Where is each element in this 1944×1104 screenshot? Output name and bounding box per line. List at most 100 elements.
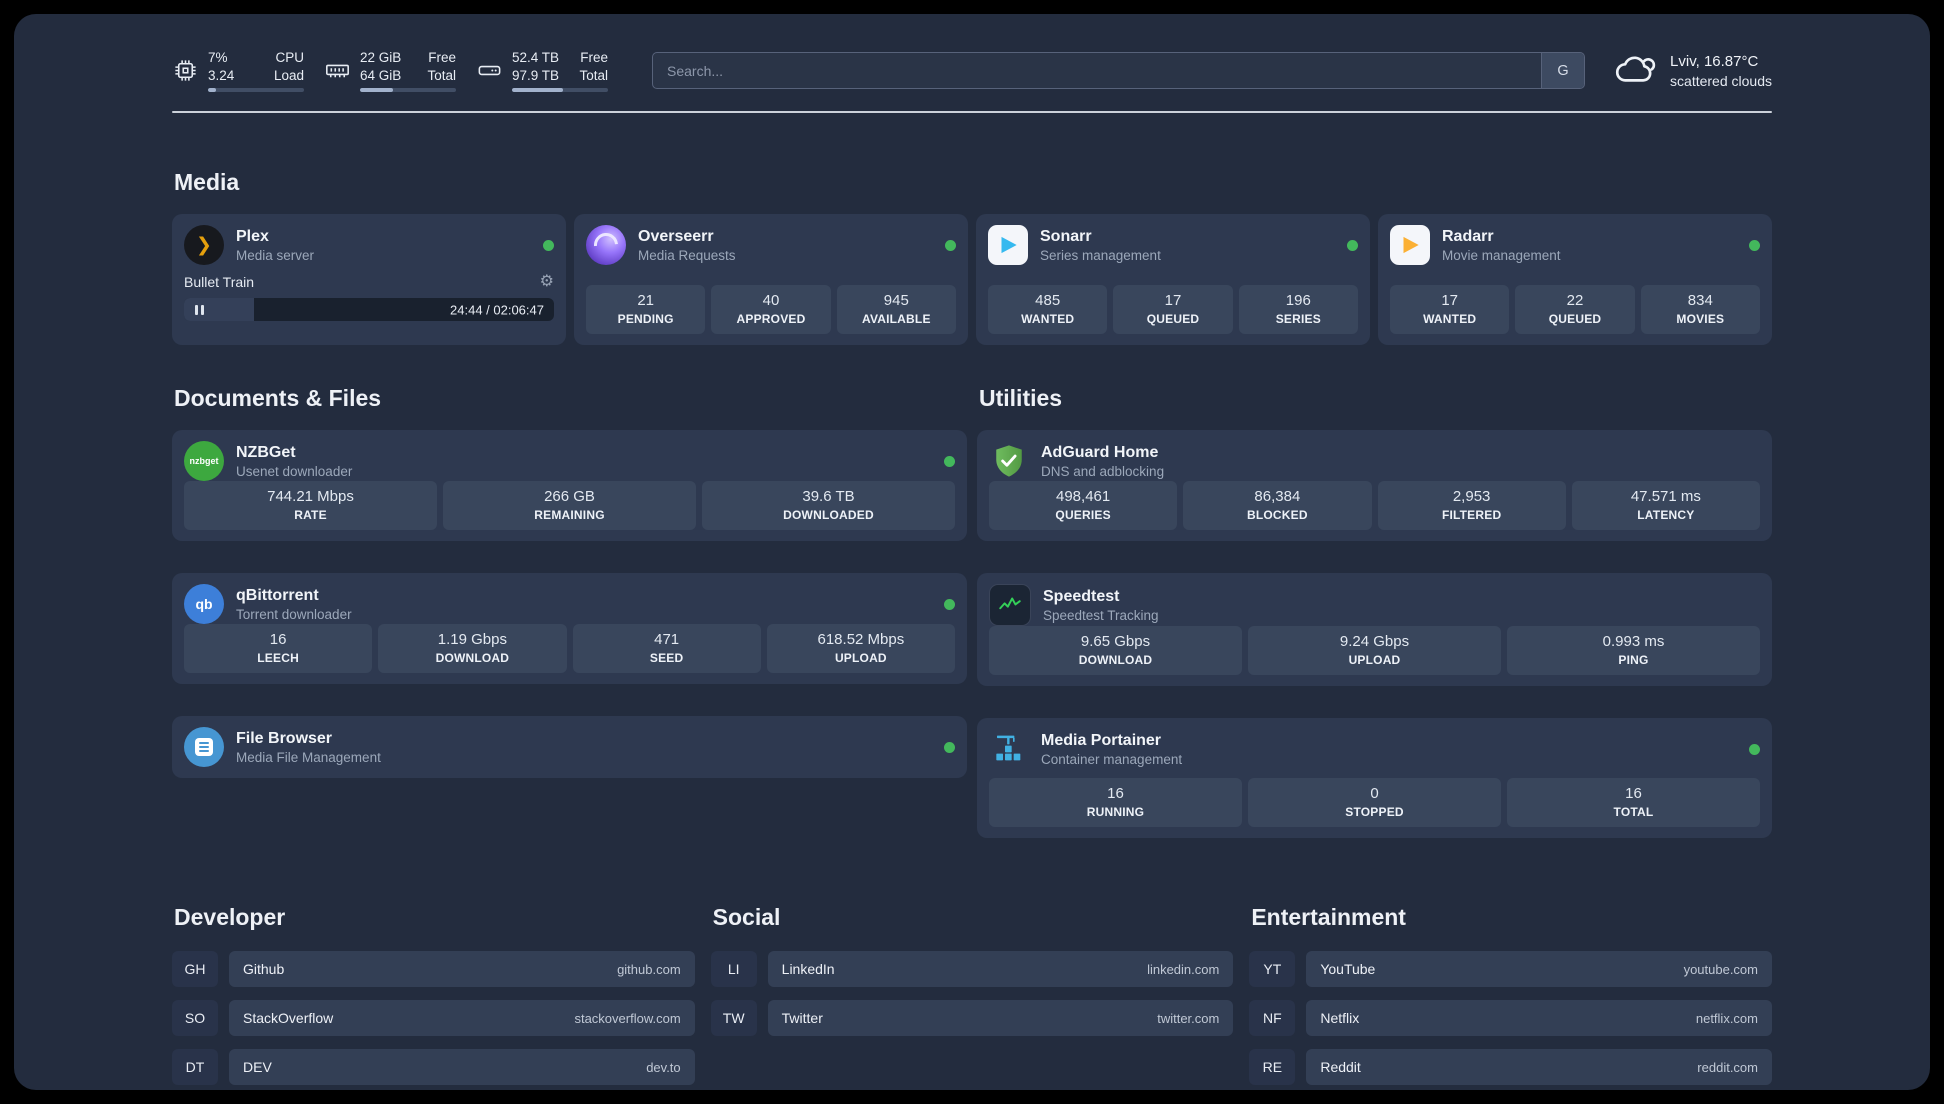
app-subtitle: Series management xyxy=(1040,247,1161,263)
status-dot xyxy=(543,239,554,251)
disk-label-bottom: Total xyxy=(579,67,608,83)
status-dot xyxy=(1749,239,1760,251)
stat-leech: 16 LEECH xyxy=(184,624,373,673)
search-engine-button[interactable]: G xyxy=(1541,53,1585,88)
stat-remaining: 266 GB REMAINING xyxy=(443,481,696,530)
bookmark-link[interactable]: StackOverflow stackoverflow.com xyxy=(229,1000,695,1036)
status-dot xyxy=(944,741,955,753)
qbittorrent-icon: qb xyxy=(184,584,224,624)
bookmark-name: DEV xyxy=(243,1059,272,1075)
cpu-load: 3.24 xyxy=(208,67,235,83)
bookmark-url: dev.to xyxy=(646,1059,681,1075)
plex-icon xyxy=(184,225,224,265)
app-subtitle: Movie management xyxy=(1442,247,1561,263)
app-card-overseerr[interactable]: Overseerr Media Requests 21 PENDING 40 A… xyxy=(574,214,968,345)
cloud-icon xyxy=(1613,48,1659,93)
playback-time: 24:44 / 02:06:47 xyxy=(450,302,544,317)
bookmark-abbr: NF xyxy=(1249,1000,1296,1036)
app-card-filebrowser[interactable]: File Browser Media File Management xyxy=(172,716,967,778)
status-dot xyxy=(945,239,956,251)
stat-stopped: 0 STOPPED xyxy=(1248,778,1501,827)
section-documents: Documents & Files nzbget NZBGet Usenet d… xyxy=(172,385,967,838)
app-name: Plex xyxy=(236,227,269,245)
bookmark-dev[interactable]: DT DEV dev.to xyxy=(172,1049,695,1085)
section-media: Media Plex Media server Bullet Train xyxy=(172,169,1772,345)
disk-total: 97.9 TB xyxy=(512,67,560,83)
pause-icon[interactable] xyxy=(193,304,205,315)
radarr-icon xyxy=(1390,225,1430,265)
section-title-documents: Documents & Files xyxy=(174,385,382,411)
nzbget-icon: nzbget xyxy=(184,441,224,481)
cpu-metric: 7% CPU 3.24 Load xyxy=(172,49,304,93)
app-subtitle: Media server xyxy=(236,247,315,263)
app-card-qbittorrent[interactable]: qb qBittorrent Torrent downloader 16 LEE… xyxy=(172,573,967,684)
bookmark-url: twitter.com xyxy=(1157,1010,1220,1026)
search-input[interactable] xyxy=(652,52,1586,89)
bookmark-twitter[interactable]: TW Twitter twitter.com xyxy=(710,1000,1234,1036)
bookmark-link[interactable]: Twitter twitter.com xyxy=(767,1000,1234,1036)
section-title-utilities: Utilities xyxy=(979,385,1063,411)
app-subtitle: Media Requests xyxy=(638,247,736,263)
bookmark-github[interactable]: GH Github github.com xyxy=(172,951,695,987)
bookmark-reddit[interactable]: RE Reddit reddit.com xyxy=(1249,1049,1772,1085)
bookmark-link[interactable]: Reddit reddit.com xyxy=(1306,1049,1772,1085)
playback-progress-bar[interactable]: 24:44 / 02:06:47 xyxy=(184,298,554,321)
bookmark-link[interactable]: YouTube youtube.com xyxy=(1306,951,1772,987)
bookmark-link[interactable]: Netflix netflix.com xyxy=(1306,1000,1772,1036)
stat-total: 16 TOTAL xyxy=(1507,778,1760,827)
bookmark-url: linkedin.com xyxy=(1147,961,1220,977)
app-card-nzbget[interactable]: nzbget NZBGet Usenet downloader 744.21 M… xyxy=(172,430,967,541)
app-subtitle: Speedtest Tracking xyxy=(1043,607,1159,623)
section-entertainment: Entertainment YT YouTube youtube.com NF … xyxy=(1249,904,1772,1085)
stat-seed: 471 SEED xyxy=(572,624,761,673)
now-playing-title: Bullet Train xyxy=(184,274,255,290)
bookmark-abbr: LI xyxy=(710,951,757,987)
ram-label-top: Free xyxy=(428,49,456,65)
bookmark-name: Netflix xyxy=(1320,1010,1360,1026)
bookmark-name: StackOverflow xyxy=(243,1010,334,1026)
stat-pending: 21 PENDING xyxy=(586,285,706,334)
disk-free: 52.4 TB xyxy=(512,49,560,65)
ram-label-bottom: Total xyxy=(427,67,456,83)
app-subtitle: Media File Management xyxy=(236,749,381,765)
status-dot xyxy=(1749,743,1760,755)
section-title-media: Media xyxy=(174,169,240,195)
app-card-radarr[interactable]: Radarr Movie management 17 WANTED 22 QUE… xyxy=(1378,214,1772,345)
gear-icon[interactable] xyxy=(540,274,554,290)
bookmark-name: YouTube xyxy=(1320,961,1376,977)
weather-condition: scattered clouds xyxy=(1670,72,1772,89)
app-card-sonarr[interactable]: Sonarr Series management 485 WANTED 17 Q… xyxy=(976,214,1370,345)
bookmark-url: stackoverflow.com xyxy=(574,1010,681,1026)
cpu-label-top: CPU xyxy=(275,49,304,65)
stat-wanted: 485 WANTED xyxy=(988,285,1108,334)
bookmark-abbr: YT xyxy=(1249,951,1296,987)
stat-upload: 9.24 Gbps UPLOAD xyxy=(1248,626,1501,675)
bookmark-abbr: TW xyxy=(710,1000,757,1036)
dashboard: 7% CPU 3.24 Load 22 GiB Free 64 GiB Tota… xyxy=(14,14,1930,1090)
bookmark-netflix[interactable]: NF Netflix netflix.com xyxy=(1249,1000,1772,1036)
app-name: File Browser xyxy=(236,729,333,747)
stat-approved: 40 APPROVED xyxy=(711,285,831,334)
disk-metric: 52.4 TB Free 97.9 TB Total xyxy=(476,49,608,93)
app-card-adguard[interactable]: AdGuard Home DNS and adblocking 498,461 … xyxy=(977,430,1772,541)
nzbget-icon-text: nzbget xyxy=(189,456,219,466)
bookmark-linkedin[interactable]: LI LinkedIn linkedin.com xyxy=(710,951,1234,987)
bookmark-youtube[interactable]: YT YouTube youtube.com xyxy=(1249,951,1772,987)
cpu-label-bottom: Load xyxy=(273,67,304,83)
app-name: Speedtest xyxy=(1043,587,1120,605)
cpu-usage-bar xyxy=(208,88,304,93)
stat-series: 196 SERIES xyxy=(1238,285,1358,334)
bookmark-name: Github xyxy=(243,961,285,977)
app-name: NZBGet xyxy=(236,443,296,461)
app-name: AdGuard Home xyxy=(1041,443,1159,461)
bookmark-link[interactable]: Github github.com xyxy=(229,951,695,987)
bookmark-link[interactable]: LinkedIn linkedin.com xyxy=(767,951,1234,987)
app-card-speedtest[interactable]: Speedtest Speedtest Tracking 9.65 Gbps D… xyxy=(977,573,1772,686)
ram-metric: 22 GiB Free 64 GiB Total xyxy=(324,49,456,93)
stat-running: 16 RUNNING xyxy=(989,778,1242,827)
app-card-plex[interactable]: Plex Media server Bullet Train 24:44 / 0… xyxy=(172,214,566,345)
bookmark-link[interactable]: DEV dev.to xyxy=(229,1049,695,1085)
bookmark-stackoverflow[interactable]: SO StackOverflow stackoverflow.com xyxy=(172,1000,695,1036)
bookmark-abbr: RE xyxy=(1249,1049,1296,1085)
app-card-portainer[interactable]: Media Portainer Container management 16 … xyxy=(977,718,1772,838)
